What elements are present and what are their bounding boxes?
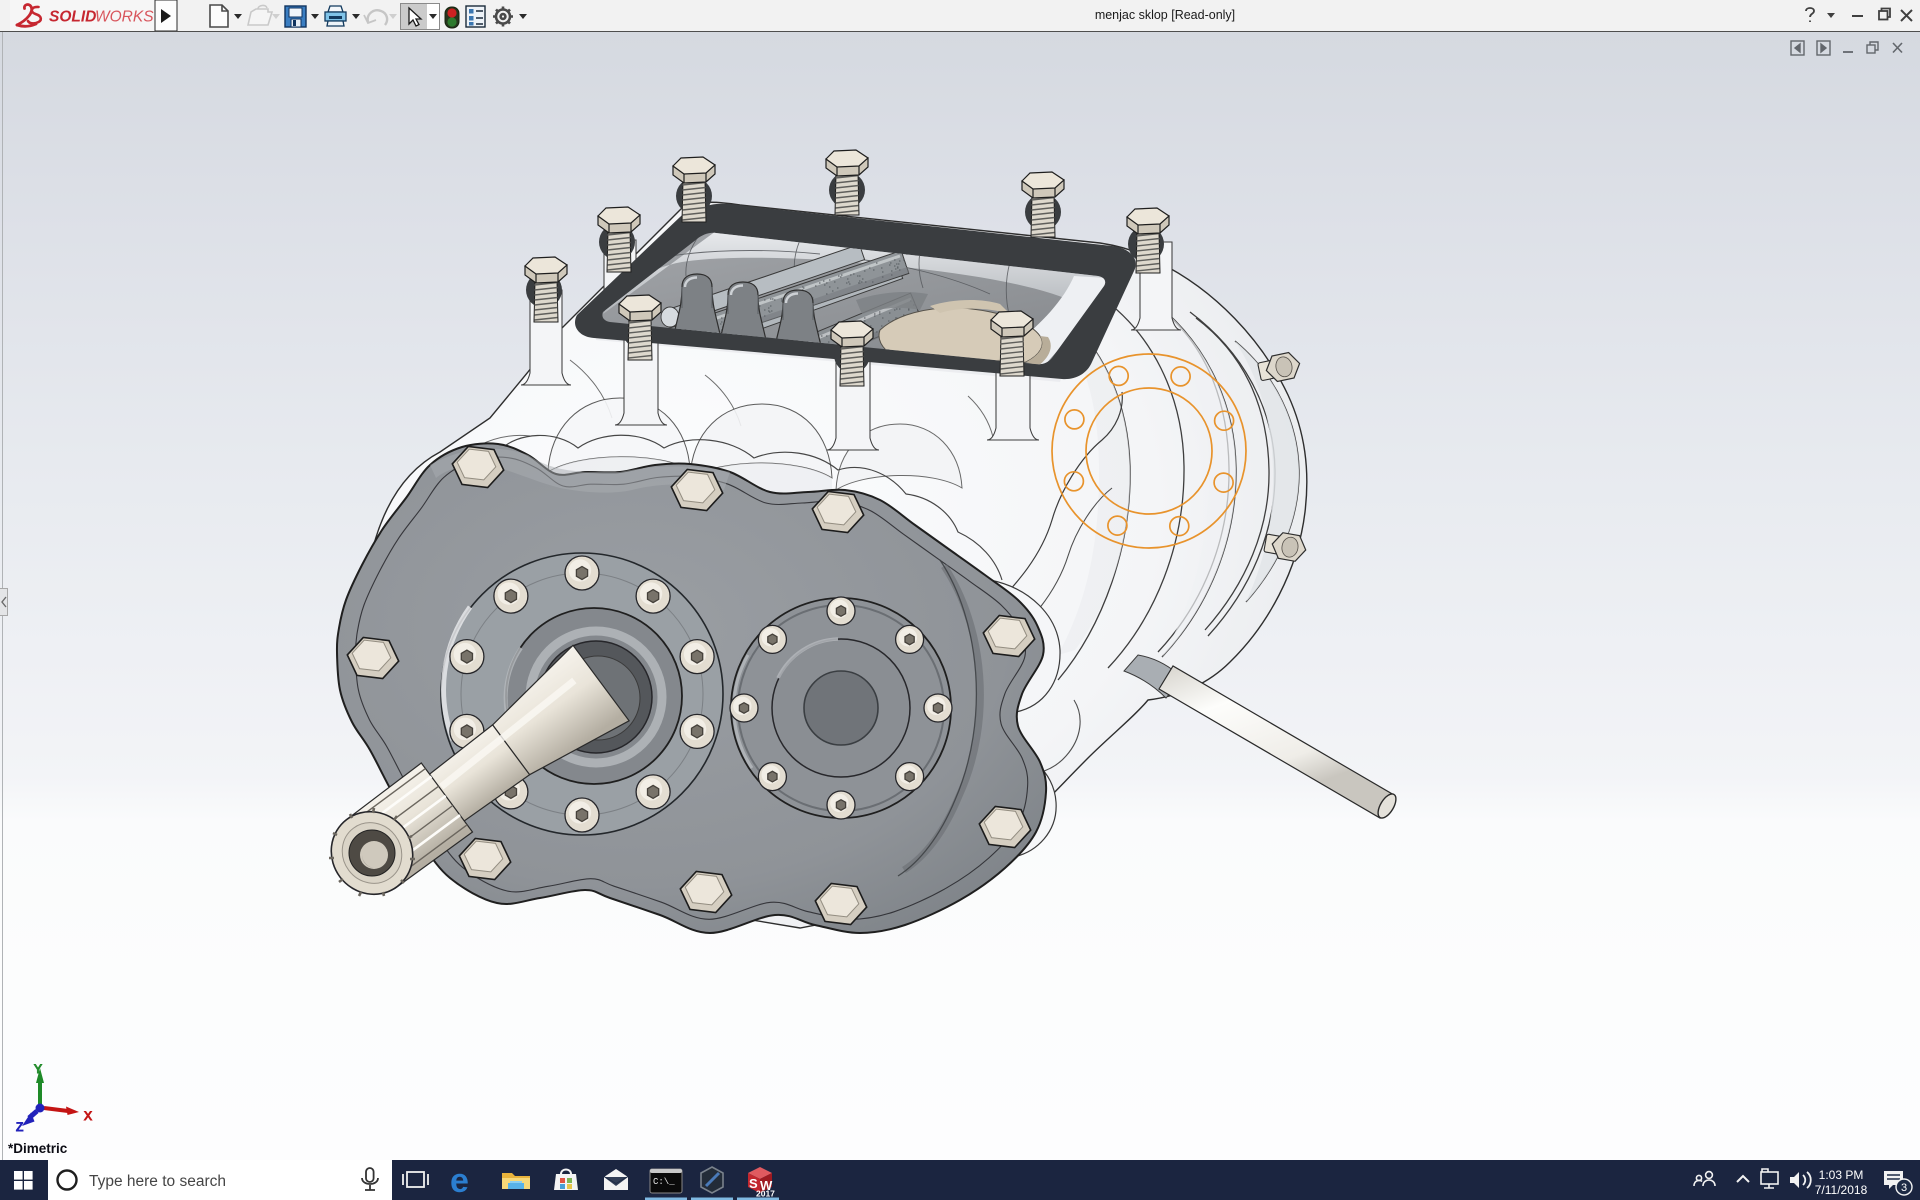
svg-text:1:03 PM: 1:03 PM	[1819, 1168, 1864, 1182]
svg-text:SOLID: SOLID	[49, 9, 96, 26]
svg-text:C:\_: C:\_	[653, 1177, 675, 1187]
svg-text:e: e	[450, 1162, 469, 1200]
svg-text:X: X	[84, 1109, 92, 1123]
svg-text:Z: Z	[16, 1120, 23, 1134]
svg-text:Type here to search: Type here to search	[89, 1173, 226, 1190]
svg-text:3: 3	[1901, 1182, 1907, 1194]
svg-text:7/11/2018: 7/11/2018	[1815, 1183, 1868, 1197]
svg-text:WORKS: WORKS	[95, 9, 154, 26]
svg-text:2017: 2017	[756, 1189, 775, 1199]
svg-text:Y: Y	[34, 1062, 42, 1076]
